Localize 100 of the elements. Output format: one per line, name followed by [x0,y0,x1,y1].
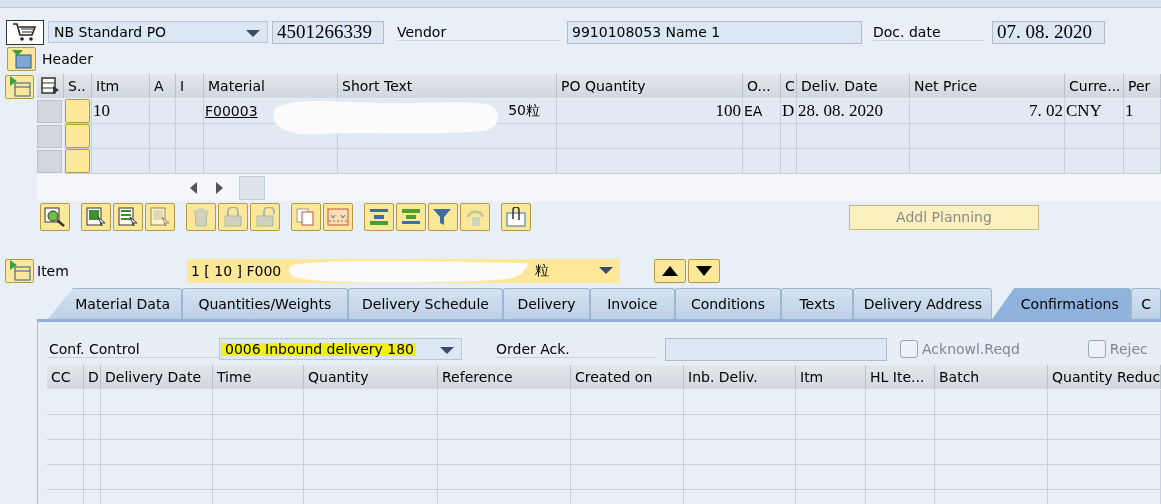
down-triangle-icon [696,265,712,276]
undo-icon [464,207,486,227]
table-cell [1065,149,1124,174]
tab[interactable]: Conditions [674,288,781,319]
tab[interactable]: Texts [781,288,854,319]
table-cell [866,390,935,415]
filter-icon [432,207,454,227]
table-cell: CNY [1065,99,1124,124]
column-header[interactable]: D [84,365,101,389]
table-cell [150,124,176,149]
toolbar-button[interactable] [40,203,70,231]
toolbar-button[interactable] [428,203,458,231]
expand-icon [8,76,31,98]
status-button[interactable] [65,149,90,173]
table-cell: D [781,99,797,124]
toolbar-button[interactable] [396,203,426,231]
vendor-label: Vendor [397,23,560,41]
table-cell [796,465,866,490]
column-header[interactable]: CC [47,365,84,389]
column-header[interactable]: Per [1124,74,1161,98]
table-cell [150,99,176,124]
item-toggle-button[interactable] [5,258,34,283]
column-header[interactable]: PO Quantity [557,74,743,98]
column-header[interactable]: Batch [935,365,1048,389]
tab[interactable]: Material Data [48,288,182,319]
column-header[interactable]: Itm [92,74,150,98]
clip-icon [505,207,527,227]
cart-icon [12,22,38,42]
column-header[interactable]: Reference [438,365,571,389]
previous-item-button[interactable] [654,258,686,283]
table-cell: 10 [92,99,150,124]
table-cell [47,415,84,440]
column-header[interactable]: O... [743,74,781,98]
tab[interactable]: Delivery Address [853,288,993,319]
conf-control-dropdown[interactable]: 0006 Inbound delivery 180 [219,338,462,360]
doc-date-field[interactable]: 07. 08. 2020 [992,20,1105,44]
table-cell [176,124,204,149]
table-settings-icon [41,77,61,95]
table-cell [84,390,101,415]
tab[interactable]: C [1131,288,1161,319]
table-cell [796,440,866,465]
column-header[interactable]: Net Price [910,74,1065,98]
vendor-field[interactable]: 9910108053 Name 1 [567,20,862,44]
material-link[interactable]: F00003 [205,103,258,119]
cart-button[interactable] [6,19,44,45]
copy-icon [295,207,317,227]
column-header[interactable]: Curre... [1065,74,1124,98]
column-header[interactable]: Time [213,365,304,389]
tab[interactable]: Quantities/Weights [182,288,348,319]
header-toggle-button[interactable] [7,47,36,71]
table-cell [84,415,101,440]
toolbar-button[interactable] [501,203,531,231]
column-header[interactable]: Inb. Deliv. [684,365,796,389]
document-number-field[interactable]: 4501266339 [272,20,384,44]
document-type-dropdown[interactable]: NB Standard PO [48,21,268,43]
doc-date-label: Doc. date [873,23,985,41]
column-header[interactable]: Short Text [338,74,557,98]
column-header[interactable]: Material [204,74,338,98]
column-header[interactable]: Delivery Date [101,365,213,389]
table-cell: 7. 02 [910,99,1065,124]
tab[interactable]: Delivery Schedule [347,288,504,319]
toolbar-button[interactable] [364,203,394,231]
column-header[interactable]: Deliv. Date [797,74,910,98]
magnifier-icon [44,207,66,227]
tab[interactable]: Confirmations [992,288,1132,319]
tab[interactable]: Delivery [503,288,590,319]
table-cell [866,440,935,465]
toolbar-button[interactable] [113,203,143,231]
table-cell [796,390,866,415]
expand-icon [8,259,31,282]
items-toggle-button[interactable] [5,75,34,99]
lock-icon [222,207,244,227]
up-triangle-icon [662,265,678,276]
item-label: Item [37,262,70,279]
column-header[interactable]: S.. [64,74,92,98]
scroll-right-icon[interactable] [214,181,224,194]
item-dropdown[interactable]: 1 [ 10 ] F000 粒 [187,258,620,283]
column-header[interactable]: Quantity Reduc [1048,365,1161,389]
column-header[interactable]: A [150,74,176,98]
next-item-button[interactable] [688,258,720,283]
status-button[interactable] [65,124,90,148]
column-header[interactable]: HL Ite... [866,365,935,389]
scroll-left-icon[interactable] [189,181,199,194]
column-header[interactable]: C [781,74,797,98]
toolbar-button[interactable] [81,203,111,231]
scroll-handle[interactable] [239,175,265,200]
column-header[interactable]: I [176,74,204,98]
table-cell: EA [743,99,781,124]
order-ack-field[interactable] [665,337,887,361]
column-header[interactable]: Quantity [304,365,438,389]
column-header[interactable]: Itm [796,365,866,389]
table-cell [781,124,797,149]
table-cell [743,149,781,174]
table-cell [781,149,797,174]
tab[interactable]: Invoice [589,288,675,319]
column-settings-button[interactable] [37,74,64,98]
column-header[interactable]: Created on [571,365,684,389]
collapse-icon [10,49,33,69]
dropdown-arrow-icon [440,347,454,355]
table-cell [1124,124,1161,149]
